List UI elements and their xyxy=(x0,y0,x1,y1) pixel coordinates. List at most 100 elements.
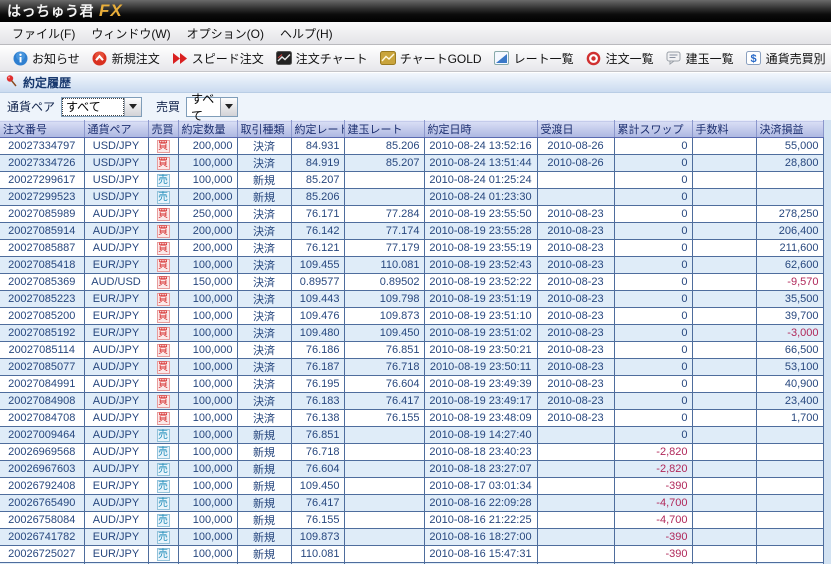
cell-type: 決済 xyxy=(237,325,291,342)
cell-dt: 2010-08-19 23:51:19 xyxy=(424,291,537,308)
cell-prate: 76.417 xyxy=(344,393,424,410)
toolbar-button-3[interactable]: 注文チャート xyxy=(270,46,374,70)
cell-prate: 76.604 xyxy=(344,376,424,393)
cell-dt: 2010-08-16 15:47:31 xyxy=(424,546,537,563)
column-header-4[interactable]: 取引種類 xyxy=(237,121,291,138)
cell-rate: 85.207 xyxy=(291,172,344,189)
table-row[interactable]: 20027085223EUR/JPY買100,000決済109.443109.7… xyxy=(0,291,823,308)
column-header-9[interactable]: 累計スワップ xyxy=(614,121,692,138)
cell-swap: 0 xyxy=(614,274,692,291)
table-row[interactable]: 20027085887AUD/JPY買200,000決済76.12177.179… xyxy=(0,240,823,257)
column-header-0[interactable]: 注文番号 xyxy=(0,121,84,138)
cell-pnl: 66,500 xyxy=(756,342,823,359)
table-row[interactable]: 20027085989AUD/JPY買250,000決済76.17177.284… xyxy=(0,206,823,223)
cell-fee xyxy=(692,257,756,274)
cell-pnl: 28,800 xyxy=(756,155,823,172)
menu-item-3[interactable]: ヘルプ(H) xyxy=(272,22,341,45)
cell-rate: 76.718 xyxy=(291,444,344,461)
cell-dt: 2010-08-19 23:55:19 xyxy=(424,240,537,257)
table-row[interactable]: 20027085077AUD/JPY買100,000決済76.18776.718… xyxy=(0,359,823,376)
side-filter-select[interactable]: すべて xyxy=(186,97,238,117)
order-chart-icon xyxy=(276,50,292,66)
cell-pair: AUD/USD xyxy=(84,274,148,291)
pair-filter-select[interactable]: すべて xyxy=(61,97,142,117)
table-row[interactable]: 20027085914AUD/JPY買200,000決済76.14277.174… xyxy=(0,223,823,240)
cell-pair: AUD/JPY xyxy=(84,427,148,444)
cell-pair: EUR/JPY xyxy=(84,325,148,342)
table-row[interactable]: 20027084908AUD/JPY買100,000決済76.18376.417… xyxy=(0,393,823,410)
cell-side: 売 xyxy=(148,529,178,546)
table-row[interactable]: 20027299617USD/JPY売100,000新規85.2072010-0… xyxy=(0,172,823,189)
cell-pair: AUD/JPY xyxy=(84,495,148,512)
table-row[interactable]: 20027085114AUD/JPY買100,000決済76.18676.851… xyxy=(0,342,823,359)
toolbar-button-2[interactable]: スピード注文 xyxy=(166,46,270,70)
table-row[interactable]: 20027334797USD/JPY買200,000決済84.93185.206… xyxy=(0,138,823,155)
cell-fee xyxy=(692,274,756,291)
cell-prate: 109.450 xyxy=(344,325,424,342)
column-header-2[interactable]: 売買 xyxy=(148,121,178,138)
table-row[interactable]: 20026758084AUD/JPY売100,000新規76.1552010-0… xyxy=(0,512,823,529)
toolbar-button-0[interactable]: お知らせ xyxy=(6,46,86,70)
table-row[interactable]: 20026741782EUR/JPY売100,000新規109.8732010-… xyxy=(0,529,823,546)
menu-item-2[interactable]: オプション(O) xyxy=(179,22,272,45)
column-header-11[interactable]: 決済損益 xyxy=(756,121,823,138)
table-row[interactable]: 20026967603AUD/JPY売100,000新規76.6042010-0… xyxy=(0,461,823,478)
cell-side: 買 xyxy=(148,376,178,393)
column-header-8[interactable]: 受渡日 xyxy=(537,121,614,138)
cell-qty: 100,000 xyxy=(178,291,237,308)
cell-type: 新規 xyxy=(237,495,291,512)
cell-prate xyxy=(344,478,424,495)
cell-pnl: 211,600 xyxy=(756,240,823,257)
toolbar-button-6[interactable]: 注文一覧 xyxy=(580,46,660,70)
sell-badge: 売 xyxy=(157,480,170,493)
cell-pair: EUR/JPY xyxy=(84,478,148,495)
cell-rate: 85.206 xyxy=(291,189,344,206)
cell-qty: 250,000 xyxy=(178,206,237,223)
toolbar-button-8[interactable]: $通貨売買別 xyxy=(740,46,831,70)
column-header-10[interactable]: 手数料 xyxy=(692,121,756,138)
side-filter-dropdown-button[interactable] xyxy=(220,98,237,116)
toolbar-button-5[interactable]: レート一覧 xyxy=(488,46,580,70)
cell-qty: 100,000 xyxy=(178,257,237,274)
table-row[interactable]: 20027084708AUD/JPY買100,000決済76.13876.155… xyxy=(0,410,823,427)
cell-dlv: 2010-08-23 xyxy=(537,206,614,223)
column-header-3[interactable]: 約定数量 xyxy=(178,121,237,138)
cell-dt: 2010-08-19 23:52:43 xyxy=(424,257,537,274)
sell-badge: 売 xyxy=(157,446,170,459)
toolbar-button-7[interactable]: 建玉一覧 xyxy=(660,46,740,70)
table-row[interactable]: 20026969568AUD/JPY売100,000新規76.7182010-0… xyxy=(0,444,823,461)
menu-item-0[interactable]: ファイル(F) xyxy=(4,22,83,45)
table-row[interactable]: 20027085200EUR/JPY買100,000決済109.476109.8… xyxy=(0,308,823,325)
column-header-7[interactable]: 約定日時 xyxy=(424,121,537,138)
cell-dlv: 2010-08-26 xyxy=(537,138,614,155)
cell-dlv xyxy=(537,444,614,461)
toolbar-button-label: チャートGOLD xyxy=(400,50,482,67)
cell-prate xyxy=(344,189,424,206)
table-row[interactable]: 20026765490AUD/JPY売100,000新規76.4172010-0… xyxy=(0,495,823,512)
table-row[interactable]: 20027085369AUD/USD買150,000決済0.895770.895… xyxy=(0,274,823,291)
table-row[interactable]: 20026725027EUR/JPY売100,000新規110.0812010-… xyxy=(0,546,823,563)
pair-filter-dropdown-button[interactable] xyxy=(124,98,141,116)
column-header-1[interactable]: 通貨ペア xyxy=(84,121,148,138)
cell-side: 売 xyxy=(148,546,178,563)
toolbar-button-4[interactable]: チャートGOLD xyxy=(374,46,488,70)
cell-fee xyxy=(692,155,756,172)
column-header-5[interactable]: 約定レート xyxy=(291,121,344,138)
toolbar-button-1[interactable]: 新規注文 xyxy=(86,46,166,70)
sell-badge: 売 xyxy=(157,514,170,527)
cell-rate: 76.851 xyxy=(291,427,344,444)
toolbar-button-label: 注文チャート xyxy=(296,50,368,67)
table-row[interactable]: 20026792408EUR/JPY売100,000新規109.4502010-… xyxy=(0,478,823,495)
menu-item-1[interactable]: ウィンドウ(W) xyxy=(83,22,178,45)
cell-side: 買 xyxy=(148,308,178,325)
table-row[interactable]: 20027085192EUR/JPY買100,000決済109.480109.4… xyxy=(0,325,823,342)
table-row[interactable]: 20027085418EUR/JPY買100,000決済109.455110.0… xyxy=(0,257,823,274)
table-row[interactable]: 20027334726USD/JPY買100,000決済84.91985.207… xyxy=(0,155,823,172)
table-row[interactable]: 20027084991AUD/JPY買100,000決済76.19576.604… xyxy=(0,376,823,393)
cell-dlv: 2010-08-23 xyxy=(537,291,614,308)
buy-badge: 買 xyxy=(157,242,170,255)
table-row[interactable]: 20027009464AUD/JPY売100,000新規76.8512010-0… xyxy=(0,427,823,444)
cell-pnl: -3,000 xyxy=(756,325,823,342)
table-row[interactable]: 20027299523USD/JPY売200,000新規85.2062010-0… xyxy=(0,189,823,206)
column-header-6[interactable]: 建玉レート xyxy=(344,121,424,138)
